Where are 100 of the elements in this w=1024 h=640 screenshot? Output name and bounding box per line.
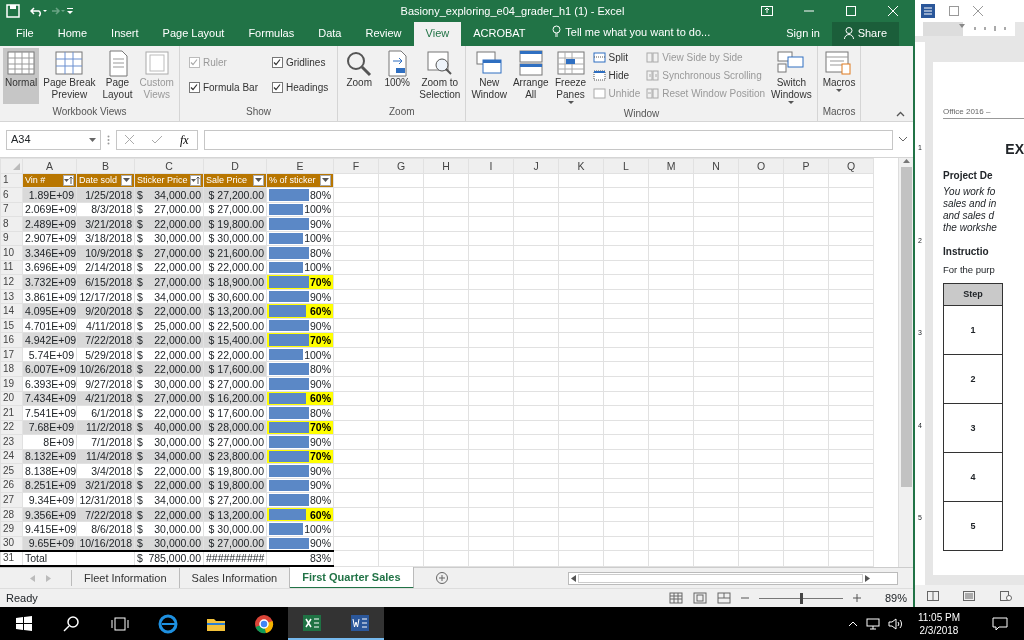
column-header[interactable]: F: [333, 158, 379, 174]
notification-icon[interactable]: [992, 616, 1008, 631]
table-cell: $: [137, 464, 143, 477]
ribbon-button[interactable]: Normal: [3, 48, 40, 104]
windows-logo-icon[interactable]: [14, 613, 34, 634]
ribbon-tab[interactable]: Page Layout: [150, 21, 237, 46]
column-header[interactable]: G: [378, 158, 424, 174]
column-header[interactable]: N: [693, 158, 739, 174]
column-header[interactable]: P: [783, 158, 829, 174]
ribbon-button[interactable]: Zoom to Selection: [417, 48, 463, 104]
checkbox[interactable]: Gridlines: [269, 54, 331, 71]
normal-view-icon[interactable]: [668, 592, 683, 604]
column-header[interactable]: J: [513, 158, 559, 174]
table-cell: 5: [943, 501, 1003, 551]
check-icon[interactable]: [152, 135, 162, 144]
page-layout-view-icon[interactable]: [692, 592, 707, 604]
zoom-in-icon[interactable]: [852, 594, 861, 602]
ribbon-tab[interactable]: File: [4, 21, 46, 46]
maximize-icon[interactable]: [949, 6, 959, 16]
save-icon[interactable]: [6, 4, 20, 18]
zoom-percent[interactable]: 89%: [884, 589, 907, 607]
add-sheet-icon[interactable]: [435, 572, 448, 584]
ribbon-tab[interactable]: View: [413, 21, 462, 46]
description-text: You work fo sales and in and sales d the workshe: [943, 186, 998, 234]
group-label: Workbook Views: [51, 105, 128, 119]
horizontal-scrollbar[interactable]: [567, 571, 898, 585]
ribbon-button[interactable]: New Window: [469, 48, 509, 106]
tell-me-field[interactable]: Tell me what you want to do...: [563, 22, 764, 41]
volume-icon[interactable]: [887, 617, 902, 630]
chrome-icon[interactable]: [254, 613, 274, 634]
ribbon-button[interactable]: Hide: [590, 67, 643, 84]
ribbon-tab[interactable]: Review: [353, 21, 414, 46]
customize-menu-icon[interactable]: [66, 6, 74, 16]
browser-icon[interactable]: [158, 613, 178, 634]
print-layout-icon[interactable]: [963, 591, 976, 601]
formula-input[interactable]: [203, 129, 893, 150]
clock-date[interactable]: 2/3/2018: [919, 623, 959, 637]
column-header[interactable]: H: [423, 158, 469, 174]
insert-function-button[interactable]: fx: [180, 130, 189, 149]
ribbon-tab[interactable]: Formulas: [236, 21, 307, 46]
column-header[interactable]: K: [558, 158, 604, 174]
sign-in-link[interactable]: Sign in: [774, 21, 832, 46]
ribbon-tab[interactable]: Data: [306, 21, 354, 46]
person-icon: [843, 26, 855, 39]
column-header[interactable]: L: [603, 158, 649, 174]
ribbon-button[interactable]: 100%: [379, 48, 416, 104]
ribbon-display-icon[interactable]: [761, 6, 773, 16]
ribbon-button[interactable]: Zoom: [341, 48, 378, 104]
ribbon-tab[interactable]: Home: [45, 21, 100, 46]
ribbon-button[interactable]: Switch Windows: [769, 48, 814, 106]
ribbon-button[interactable]: Split: [590, 49, 643, 66]
table-cell: $: [137, 334, 143, 347]
page-break-grid-icon: [53, 49, 86, 77]
filter-button[interactable]: [253, 174, 264, 186]
column-header[interactable]: M: [648, 158, 694, 174]
ribbon-button[interactable]: Arrange All: [510, 48, 551, 106]
ribbon-tab[interactable]: ACROBAT: [461, 21, 538, 46]
close-icon[interactable]: [973, 6, 983, 16]
read-mode-icon[interactable]: [927, 591, 940, 601]
column-header[interactable]: C: [134, 158, 204, 174]
table-cell: 70%: [309, 276, 331, 288]
sort-filter-button[interactable]: [190, 174, 201, 186]
column-header[interactable]: A: [22, 158, 77, 174]
vertical-scrollbar[interactable]: [898, 158, 913, 567]
collapse-ribbon-icon[interactable]: [896, 111, 905, 117]
column-header[interactable]: D: [203, 158, 267, 174]
page-break-view-icon[interactable]: [716, 592, 731, 604]
scrollbar-thumb[interactable]: [577, 573, 863, 583]
ribbon-button[interactable]: Page Break Preview: [41, 48, 98, 104]
web-layout-icon[interactable]: [999, 591, 1012, 601]
column-header[interactable]: O: [738, 158, 784, 174]
expand-icon[interactable]: [899, 137, 907, 142]
checkbox[interactable]: Formula Bar: [186, 79, 260, 96]
ribbon-button[interactable]: Freeze Panes: [552, 48, 589, 106]
checkbox[interactable]: Headings: [269, 79, 331, 96]
intro-text: For the purp: [943, 263, 996, 277]
sort-filter-button[interactable]: [63, 174, 74, 186]
search-icon[interactable]: [62, 613, 82, 634]
filter-button[interactable]: [121, 174, 132, 186]
column-header[interactable]: Q: [828, 158, 874, 174]
share-button[interactable]: Share: [831, 21, 899, 46]
filter-button[interactable]: [320, 174, 331, 186]
scrollbar-thumb[interactable]: [900, 167, 912, 487]
table-cell: $: [137, 261, 143, 274]
clock-time[interactable]: 11:05 PM: [917, 610, 960, 624]
column-header[interactable]: E: [266, 158, 334, 174]
spreadsheet-app-icon[interactable]: [302, 612, 322, 633]
column-header[interactable]: B: [76, 158, 135, 174]
table-cell: $: [137, 203, 143, 216]
name-box[interactable]: A34: [6, 129, 101, 150]
document-app-icon[interactable]: [350, 612, 370, 633]
undo-icon[interactable]: [30, 5, 48, 17]
row-header[interactable]: 31: [0, 550, 23, 566]
zoom-slider-thumb[interactable]: [799, 592, 803, 604]
ribbon-button[interactable]: Macros: [820, 48, 858, 104]
tray-expand-icon[interactable]: [847, 620, 858, 627]
ribbon-button[interactable]: Page Layout: [99, 48, 136, 104]
ribbon-tab[interactable]: Insert: [99, 21, 151, 46]
network-icon[interactable]: [865, 617, 880, 630]
column-header[interactable]: I: [468, 158, 514, 174]
